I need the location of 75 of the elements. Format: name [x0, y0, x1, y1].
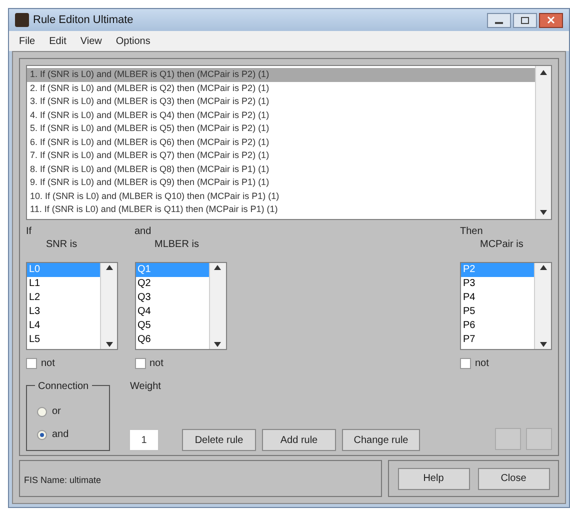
arrow-down-icon[interactable]	[106, 342, 112, 347]
checkbox-label: not	[475, 357, 489, 371]
scrollbar[interactable]	[100, 263, 117, 349]
list-item[interactable]: Q4	[136, 305, 208, 319]
checkbox[interactable]	[460, 358, 471, 369]
rule-item[interactable]: 5. If (SNR is L0) and (MLBER is Q5) then (MCPair is P2) (1)	[27, 122, 535, 136]
variable-label: SNR is	[45, 238, 78, 252]
action-button[interactable]: Change rule	[342, 429, 420, 451]
list-item[interactable]: P4	[461, 291, 534, 305]
list-item[interactable]: P7	[461, 333, 534, 347]
variable-label: MCPair is	[479, 238, 524, 252]
menu-item[interactable]: Edit	[49, 34, 66, 48]
scrollbar[interactable]	[534, 263, 551, 349]
list-item[interactable]: L3	[27, 305, 100, 319]
checkbox-label: not	[150, 357, 164, 371]
list-item[interactable]: L4	[27, 319, 100, 333]
list-item[interactable]: Q2	[136, 277, 208, 291]
list-item[interactable]: Q3	[136, 291, 208, 305]
list-box[interactable]: L0 L1 L2 L3 L4 L5	[26, 262, 118, 350]
menu-item[interactable]: View	[80, 34, 102, 48]
list-item[interactable]: P5	[461, 305, 534, 319]
section-label: Then	[460, 225, 484, 237]
action-button[interactable]: Add rule	[262, 429, 336, 451]
list-item[interactable]: Q5	[136, 319, 208, 333]
radio-button[interactable]	[37, 406, 47, 416]
rule-item[interactable]: 10. If (SNR is L0) and (MLBER is Q10) then (MCPair is P1) (1)	[27, 190, 535, 203]
arrow-up-icon[interactable]	[106, 265, 112, 270]
rule-item[interactable]: 8. If (SNR is L0) and (MLBER is Q8) then (MCPair is P1) (1)	[27, 162, 535, 176]
arrow-up-icon[interactable]	[214, 265, 221, 270]
checkbox[interactable]	[134, 358, 146, 369]
dialog-button[interactable]: Close	[478, 468, 550, 490]
list-box[interactable]: Q1 Q2 Q3 Q4 Q5 Q6	[134, 262, 226, 350]
menu-item[interactable]: Options	[116, 34, 150, 48]
menu-item[interactable]: File	[19, 34, 36, 48]
maximize-icon[interactable]	[513, 12, 537, 28]
arrow-up-icon[interactable]	[540, 265, 546, 270]
window-title: Rule Editon Ultimate	[33, 12, 134, 28]
rule-list[interactable]	[26, 65, 552, 220]
list-box[interactable]: P2 P3 P4 P5 P6 P7	[460, 262, 552, 350]
action-button[interactable]: Delete rule	[182, 429, 256, 451]
radio-label: or	[52, 405, 61, 419]
rule-item[interactable]: 2. If (SNR is L0) and (MLBER is Q2) then (MCPair is P2) (1)	[27, 82, 535, 95]
scrollbar[interactable]	[208, 263, 226, 349]
rule-item[interactable]: 1. If (SNR is L0) and (MLBER is Q1) then (MCPair is P2) (1)	[27, 68, 535, 82]
radio-button[interactable]	[37, 430, 47, 440]
rule-item[interactable]: 11. If (SNR is L0) and (MLBER is Q11) then (MCPair is P1) (1)	[27, 203, 535, 216]
variable-label: MLBER is	[154, 238, 200, 252]
rule-item[interactable]: 3. If (SNR is L0) and (MLBER is Q3) then (MCPair is P2) (1)	[27, 95, 535, 108]
radio-label: and	[52, 428, 69, 442]
arrow-down-icon[interactable]	[214, 342, 221, 347]
arrow-down-icon[interactable]	[540, 342, 546, 347]
weight-field[interactable]: 1	[130, 430, 158, 450]
list-item[interactable]: Q6	[136, 333, 208, 347]
weight-label: Weight	[130, 380, 162, 394]
arrow-down-icon[interactable]	[540, 210, 547, 215]
list-item[interactable]: P6	[461, 319, 534, 333]
minimize-icon[interactable]	[487, 12, 511, 28]
rule-item[interactable]: 9. If (SNR is L0) and (MLBER is Q9) then (MCPair is P1) (1)	[27, 176, 535, 190]
rule-item[interactable]: 6. If (SNR is L0) and (MLBER is Q6) then (MCPair is P2) (1)	[27, 136, 535, 149]
app-icon	[15, 13, 29, 27]
list-item[interactable]: L2	[27, 291, 100, 305]
list-item[interactable]: L1	[27, 277, 100, 291]
checkbox[interactable]	[26, 358, 37, 369]
section-label: and	[134, 225, 152, 237]
checkbox-label: not	[41, 357, 55, 371]
rule-item[interactable]: 4. If (SNR is L0) and (MLBER is Q4) then (MCPair is P2) (1)	[27, 108, 535, 122]
close-icon[interactable]	[539, 12, 563, 28]
dialog-button[interactable]: Help	[398, 468, 470, 490]
status-text: FIS Name: ultimate	[24, 475, 102, 485]
list-item[interactable]: L5	[27, 333, 100, 347]
scrollbar[interactable]	[535, 66, 551, 219]
section-label: If	[26, 225, 33, 237]
rule-item[interactable]: 7. If (SNR is L0) and (MLBER is Q7) then (MCPair is P2) (1)	[27, 149, 535, 162]
arrow-up-icon[interactable]	[540, 70, 547, 75]
list-item[interactable]: P3	[461, 277, 534, 291]
